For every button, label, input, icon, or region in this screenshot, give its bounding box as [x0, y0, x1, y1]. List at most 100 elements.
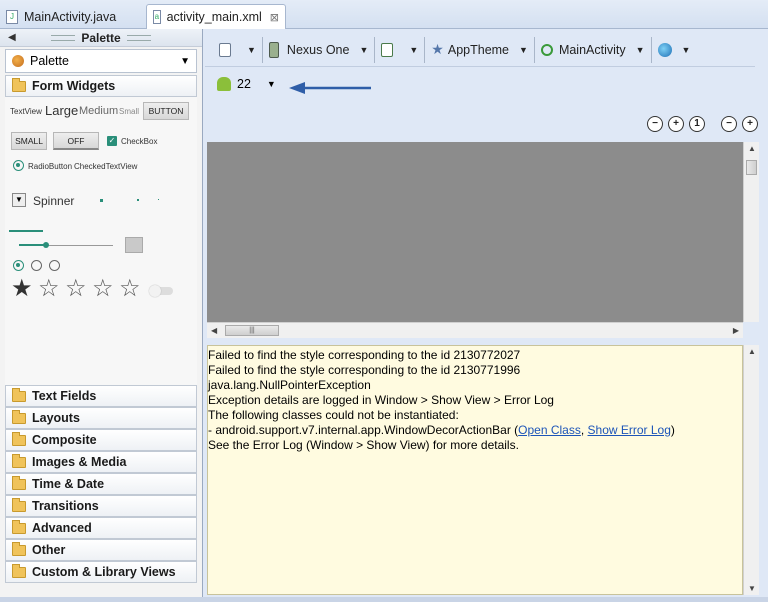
star-empty-icon[interactable]: ☆ [92, 277, 114, 301]
section-label: Advanced [32, 521, 92, 535]
chevron-down-icon[interactable]: ▼ [682, 45, 691, 55]
api-level-chooser[interactable]: 22 ▼ [217, 77, 276, 91]
section-label: Custom & Library Views [32, 565, 176, 579]
section-transitions[interactable]: Transitions [5, 495, 197, 517]
android-icon [217, 77, 231, 91]
show-error-log-link[interactable]: Show Error Log [588, 423, 671, 437]
chevron-down-icon[interactable]: ▼ [267, 79, 276, 89]
section-images-media[interactable]: Images & Media [5, 451, 197, 473]
section-time-date[interactable]: Time & Date [5, 473, 197, 495]
star-empty-icon[interactable]: ☆ [65, 277, 87, 301]
chevron-down-icon[interactable]: ▼ [519, 45, 528, 55]
scroll-thumb[interactable]: ||| [225, 325, 279, 336]
zoom-controls: − + 1 − + [647, 116, 758, 132]
section-other[interactable]: Other [5, 539, 197, 561]
theme-label: AppTheme [447, 42, 510, 57]
toggle-button-widget[interactable]: OFF [53, 132, 99, 150]
scroll-up-icon[interactable]: ▲ [748, 144, 756, 153]
star-empty-icon[interactable]: ☆ [119, 277, 141, 301]
scroll-left-icon[interactable]: ◀ [211, 326, 217, 335]
collapse-left-icon[interactable]: ◀ [8, 32, 16, 43]
section-layouts[interactable]: Layouts [5, 407, 197, 429]
canvas-vertical-scrollbar[interactable]: ▲ [743, 142, 759, 322]
large-text-widget[interactable]: Large [45, 103, 78, 118]
quickcontact-icon[interactable] [125, 237, 143, 253]
star-filled-icon[interactable]: ★ [11, 277, 33, 301]
medium-text-widget[interactable]: Medium [79, 105, 118, 117]
scroll-right-icon[interactable]: ▶ [733, 326, 739, 335]
star-empty-icon[interactable]: ☆ [38, 277, 60, 301]
radio-on-icon[interactable] [13, 160, 24, 171]
activity-label: MainActivity [558, 42, 626, 57]
tab-mainactivity-java[interactable]: J MainActivity.java [0, 4, 144, 29]
checkbox-checked-icon[interactable]: ✓ [107, 136, 117, 146]
tab-label: activity_main.xml [166, 10, 262, 24]
locale-chooser[interactable]: ▼ [652, 37, 697, 63]
checkedtextview-widget[interactable]: CheckedTextView [74, 162, 137, 171]
divider [710, 116, 716, 132]
canvas-horizontal-scrollbar[interactable]: ◀ ||| ▶ [207, 322, 743, 338]
grip-icon [51, 34, 76, 41]
spinner-icon[interactable]: ▼ [12, 193, 26, 207]
progress-bar-horizontal[interactable] [9, 230, 43, 232]
zoom-out-icon[interactable]: − [647, 116, 663, 132]
globe-icon [657, 42, 672, 57]
folder-icon [12, 409, 26, 424]
chevron-down-icon[interactable]: ▼ [247, 45, 256, 55]
checkbox-widget[interactable]: CheckBox [121, 137, 157, 146]
errors-vertical-scrollbar[interactable]: ▲ ▼ [743, 345, 759, 595]
palette-icon [12, 55, 24, 67]
layout-toolbar: ▼ Nexus One ▼ ▼ ★ AppTheme ▼ MainActivit… [205, 33, 755, 67]
button-widget[interactable]: BUTTON [143, 102, 189, 120]
tab-activity-main-xml[interactable]: a activity_main.xml ⊠ [146, 4, 286, 29]
radio-off-icon[interactable] [49, 260, 60, 271]
radiobutton-widget[interactable]: RadioButton [28, 162, 72, 171]
section-advanced[interactable]: Advanced [5, 517, 197, 539]
activity-chooser[interactable]: MainActivity ▼ [535, 36, 652, 63]
section-custom-library-views[interactable]: Custom & Library Views [5, 561, 197, 583]
scroll-thumb[interactable] [746, 160, 757, 175]
error-line: Exception details are logged in Window >… [208, 393, 554, 407]
scroll-down-icon[interactable]: ▼ [748, 584, 756, 593]
layout-editor: ▼ Nexus One ▼ ▼ ★ AppTheme ▼ MainActivit… [205, 29, 768, 597]
zoom-out-icon[interactable]: − [721, 116, 737, 132]
phone-icon [268, 41, 279, 58]
grip-icon [126, 34, 151, 41]
section-form-widgets[interactable]: Form Widgets [5, 75, 197, 97]
switch-widget[interactable] [149, 285, 173, 297]
radio-on-icon[interactable] [13, 260, 24, 271]
error-line: The following classes could not be insta… [208, 408, 459, 422]
seekbar-thumb[interactable] [43, 242, 49, 248]
radio-off-icon[interactable] [31, 260, 42, 271]
textview-widget[interactable]: TextView [10, 107, 42, 116]
section-composite[interactable]: Composite [5, 429, 197, 451]
orientation-chooser[interactable]: ▼ [375, 36, 426, 63]
device-chooser[interactable]: Nexus One ▼ [263, 36, 376, 63]
close-icon[interactable]: ⊠ [270, 11, 279, 24]
spinner-widget[interactable]: Spinner [33, 194, 74, 208]
chevron-down-icon[interactable]: ▼ [409, 45, 418, 55]
section-label: Time & Date [32, 477, 105, 491]
folder-icon [12, 431, 26, 446]
chevron-down-icon[interactable]: ▼ [180, 56, 190, 67]
chevron-down-icon[interactable]: ▼ [636, 45, 645, 55]
error-class-line: - android.support.v7.internal.app.Window… [208, 423, 742, 438]
chevron-down-icon[interactable]: ▼ [359, 45, 368, 55]
error-line: Failed to find the style corresponding t… [208, 363, 521, 377]
small-button-widget[interactable]: SMALL [11, 132, 47, 150]
progress-dot-icon [158, 199, 159, 200]
zoom-fit-icon[interactable]: + [668, 116, 684, 132]
palette-dropdown[interactable]: Palette ▼ [5, 49, 197, 73]
section-text-fields[interactable]: Text Fields [5, 385, 197, 407]
small-text-widget[interactable]: Small [119, 107, 139, 116]
device-label: Nexus One [286, 42, 350, 57]
annotation-arrow-icon [289, 82, 371, 94]
zoom-actual-icon[interactable]: 1 [689, 116, 705, 132]
open-class-link[interactable]: Open Class [518, 423, 581, 437]
layout-canvas[interactable] [207, 142, 743, 322]
scroll-up-icon[interactable]: ▲ [748, 347, 756, 356]
zoom-in-icon[interactable]: + [742, 116, 758, 132]
seekbar-fill [19, 244, 45, 246]
config-chooser[interactable]: ▼ [213, 36, 263, 63]
theme-chooser[interactable]: ★ AppTheme ▼ [425, 36, 535, 63]
